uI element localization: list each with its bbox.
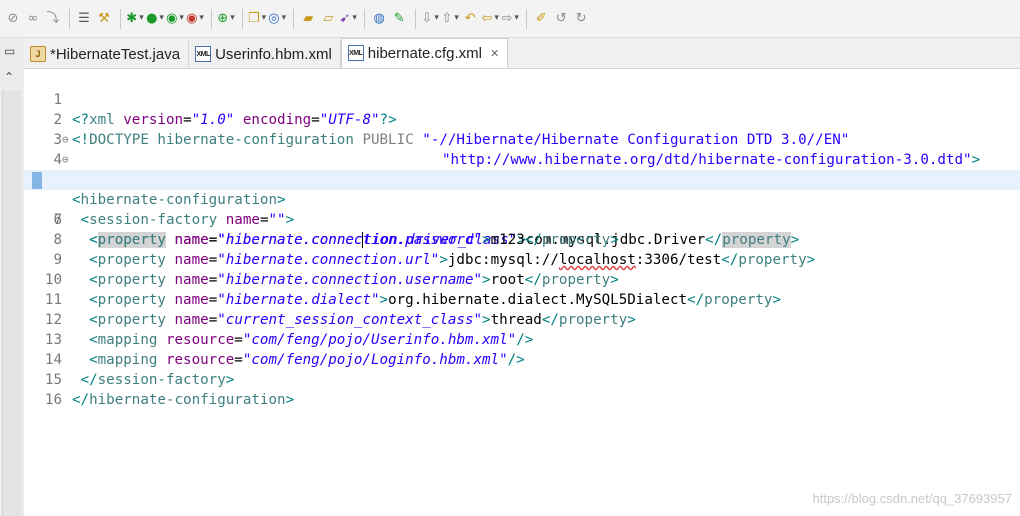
- java-file-icon: J: [30, 46, 46, 62]
- close-icon[interactable]: ✕: [490, 47, 499, 60]
- tab-hibernate-cfg-xml[interactable]: XML hibernate.cfg.xml ✕: [340, 38, 509, 68]
- xml-source-editor[interactable]: 1 <?xml version="1.0" encoding="UTF-8"?>…: [24, 69, 1020, 516]
- code-line: 15 </hibernate-configuration>: [24, 350, 1020, 408]
- next-annotation-icon[interactable]: ⇩: [421, 8, 439, 30]
- left-side-panel: ▭ ⌃: [0, 38, 25, 516]
- code-line: 12 <mapping resource="com/feng/pojo/User…: [24, 290, 1020, 348]
- code-line: 16: [24, 370, 1020, 408]
- step-icon[interactable]: ⤵: [44, 8, 62, 30]
- xml-punct: >: [285, 392, 295, 408]
- toolbar-separator: [364, 8, 366, 29]
- tab-label: hibernate.cfg.xml: [367, 44, 483, 62]
- scroll-up-icon[interactable]: ⌃: [4, 70, 14, 84]
- redo-icon[interactable]: ↻: [572, 8, 590, 30]
- watermark: https://blog.csdn.net/qq_37693957: [812, 491, 1013, 506]
- tab-label: *HibernateTest.java: [50, 45, 181, 63]
- search-replace-icon[interactable]: ⚒: [95, 8, 113, 30]
- toolbar-separator: [211, 8, 212, 29]
- editor-tab-bar: J *HibernateTest.java XML Userinfo.hbm.x…: [24, 38, 1020, 69]
- tab-hibernate-test-java[interactable]: J *HibernateTest.java: [24, 40, 190, 68]
- occurrence-marker: [32, 172, 42, 189]
- toolbar-separator: [120, 8, 121, 29]
- open-folder-icon[interactable]: ▱: [319, 8, 337, 30]
- back-icon[interactable]: ⇦: [481, 8, 499, 30]
- code-line: 7 <property name="hibernate.connection.p…: [24, 190, 1020, 248]
- external-tools-icon[interactable]: ◉: [186, 8, 204, 30]
- code-line: 10 <property name="hibernate.dialect">or…: [24, 250, 1020, 308]
- code-line: 9 <property name="hibernate.connection.u…: [24, 230, 1020, 288]
- tab-userinfo-hbm-xml[interactable]: XML Userinfo.hbm.xml: [189, 40, 341, 68]
- line-number: 16: [44, 392, 62, 408]
- code-text: </hibernate-configuration>: [72, 390, 294, 410]
- code-line: 14 </session-factory>: [24, 330, 1020, 388]
- code-line: 1 <?xml version="1.0" encoding="UTF-8"?>: [24, 70, 1020, 128]
- coverage-icon[interactable]: ◉: [166, 8, 184, 30]
- run-icon[interactable]: ●: [146, 8, 164, 30]
- main-toolbar: ⊘ ∞ ⤵ ☰ ⚒ ✱ ● ◉ ◉ ⊕ ❐ ◎ ▰ ▱ ➹ ◍ ✎ ⇩ ⇧ ↶ …: [0, 0, 1020, 38]
- tab-label: Userinfo.hbm.xml: [215, 45, 332, 63]
- xml-punct: </: [72, 392, 90, 408]
- code-line: 11 <property name="current_session_conte…: [24, 270, 1020, 328]
- toolbar-separator: [69, 8, 70, 29]
- toolbar-separator: [415, 8, 417, 29]
- code-line: 13 <mapping resource="com/feng/pojo/Logi…: [24, 310, 1020, 368]
- globe-icon[interactable]: ◍: [370, 8, 388, 30]
- new-java-class-icon[interactable]: ❐: [248, 8, 266, 30]
- xml-file-icon: XML: [347, 45, 364, 61]
- fold-collapse-icon[interactable]: ⊖: [62, 130, 69, 150]
- debug-icon[interactable]: ✱: [126, 8, 144, 30]
- annotation-icon[interactable]: ✎: [390, 8, 408, 30]
- xml-file-icon: XML: [195, 46, 212, 62]
- search-icon[interactable]: ➹: [339, 8, 357, 30]
- code-line: 2 <!DOCTYPE hibernate-configuration PUBL…: [24, 90, 1020, 148]
- current-code-line: 6 <property name="hibernate.connection.d…: [24, 170, 1020, 248]
- restore-view-icon[interactable]: ▭: [4, 44, 15, 58]
- code-line: 5 ⊖ <session-factory name="">: [24, 150, 1020, 228]
- pin-editor-icon[interactable]: ✐: [532, 8, 550, 30]
- toolbar-separator: [293, 8, 295, 29]
- task-list-icon[interactable]: ☰: [75, 8, 93, 30]
- code-line: 4 ⊖ <hibernate-configuration>: [24, 130, 1020, 208]
- code-line: 3 "http://www.hibernate.org/dtd/hibernat…: [24, 110, 1020, 168]
- xml-tag: hibernate-configuration: [89, 392, 286, 408]
- prev-annotation-icon[interactable]: ⇧: [441, 8, 459, 30]
- forward-icon[interactable]: ⇨: [501, 8, 519, 30]
- toolbar-separator: [242, 8, 243, 29]
- open-task-icon[interactable]: ▰: [299, 8, 317, 30]
- side-scrollbar[interactable]: [2, 90, 21, 516]
- undo-icon[interactable]: ↺: [552, 8, 570, 30]
- skip-all-breakpoints-icon[interactable]: ⊘: [4, 8, 22, 30]
- last-edit-location-icon[interactable]: ↶: [461, 8, 479, 30]
- new-java-package-icon[interactable]: ⊕: [217, 8, 235, 30]
- link-icon[interactable]: ∞: [24, 8, 42, 30]
- open-type-icon[interactable]: ◎: [268, 8, 286, 30]
- code-line: 8 <property name="hibernate.connection.u…: [24, 210, 1020, 268]
- toolbar-separator: [526, 8, 528, 29]
- fold-collapse-icon[interactable]: ⊖: [62, 150, 69, 170]
